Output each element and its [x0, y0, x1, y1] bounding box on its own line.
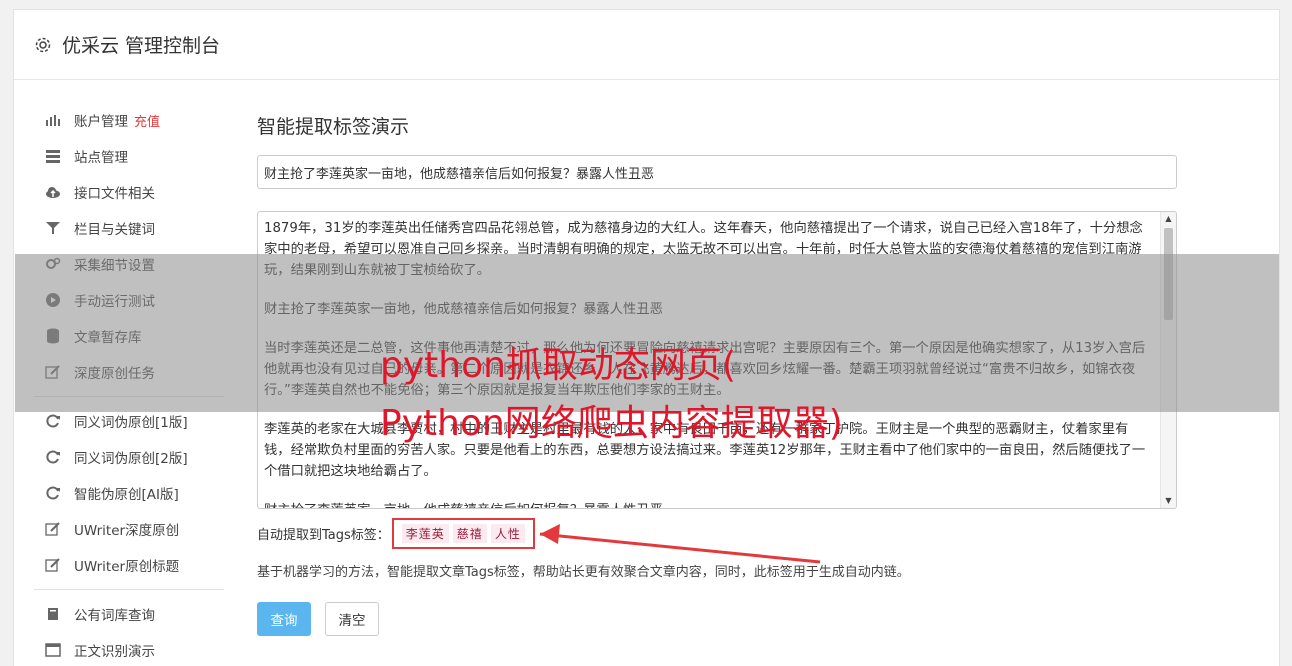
tag-chip: 慈禧 [452, 523, 487, 543]
page-heading: 智能提取标签演示 [257, 116, 410, 138]
gear-icon [34, 36, 52, 54]
panel-header: 优采云 管理控制台 [14, 10, 1279, 80]
query-button[interactable]: 查询 [257, 602, 311, 636]
clear-button[interactable]: 清空 [325, 602, 379, 636]
tags-label: 自动提取到Tags标签： [257, 527, 390, 543]
sidebar-item-label: 公有词库查询 [74, 608, 155, 624]
edit-icon [44, 520, 62, 538]
sidebar-item-label: 正文识别演示 [74, 644, 155, 660]
sidebar-divider [34, 589, 224, 590]
book-icon [44, 605, 62, 623]
overlay-title-line1: python抓取动态网页( [380, 345, 736, 386]
scroll-up-icon[interactable]: ▲ [1161, 212, 1176, 226]
window-icon [44, 641, 62, 659]
sidebar-item[interactable]: 账户管理 充值 [34, 102, 224, 138]
refresh-icon [44, 448, 62, 466]
edit-icon [44, 556, 62, 574]
annotation-arrow-icon [539, 524, 821, 564]
sidebar-item[interactable]: 栏目与关键词 [34, 210, 224, 246]
sidebar-item[interactable]: UWriter原创标题 [34, 547, 224, 583]
server-icon [44, 147, 62, 165]
sidebar-item-label: UWriter原创标题 [74, 559, 180, 575]
sidebar-item-label: 站点管理 [74, 150, 128, 166]
sidebar-item[interactable]: UWriter深度原创 [34, 511, 224, 547]
sidebar-item[interactable]: 站点管理 [34, 138, 224, 174]
sidebar-item[interactable]: 正文识别演示 [34, 632, 224, 666]
scroll-down-icon[interactable]: ▼ [1161, 494, 1176, 508]
sidebar-item[interactable]: 公有词库查询 [34, 596, 224, 632]
sidebar-item[interactable]: 同义词伪原创[2版] [34, 439, 224, 475]
refresh-icon [44, 484, 62, 502]
sidebar-item-label: 接口文件相关 [74, 186, 155, 202]
sidebar-item-label: UWriter深度原创 [74, 523, 180, 539]
filter-icon [44, 219, 62, 237]
sidebar-item-label: 账户管理 [74, 114, 128, 130]
sidebar-item-label: 同义词伪原创[1版] [74, 415, 188, 431]
recharge-link[interactable]: 充值 [134, 111, 160, 130]
tags-box: 李莲英 慈禧 人性 [391, 517, 535, 549]
cloud-upload-icon [44, 183, 62, 201]
console-title: 优采云 管理控制台 [62, 35, 221, 57]
overlay-banner [15, 254, 1279, 412]
article-title-input[interactable] [257, 155, 1177, 189]
sidebar-item-label: 同义词伪原创[2版] [74, 451, 188, 467]
sidebar-item-label: 栏目与关键词 [74, 222, 155, 238]
sidebar-item[interactable]: 智能伪原创[AI版] [34, 475, 224, 511]
bar-chart-icon [44, 111, 62, 129]
refresh-icon [44, 412, 62, 430]
sidebar-item-label: 智能伪原创[AI版] [74, 487, 179, 503]
overlay-title-line2: Python网络爬虫内容提取器) [380, 403, 843, 444]
tag-chip: 人性 [490, 523, 525, 543]
tag-chip: 李莲英 [401, 523, 449, 543]
sidebar-item[interactable]: 接口文件相关 [34, 174, 224, 210]
